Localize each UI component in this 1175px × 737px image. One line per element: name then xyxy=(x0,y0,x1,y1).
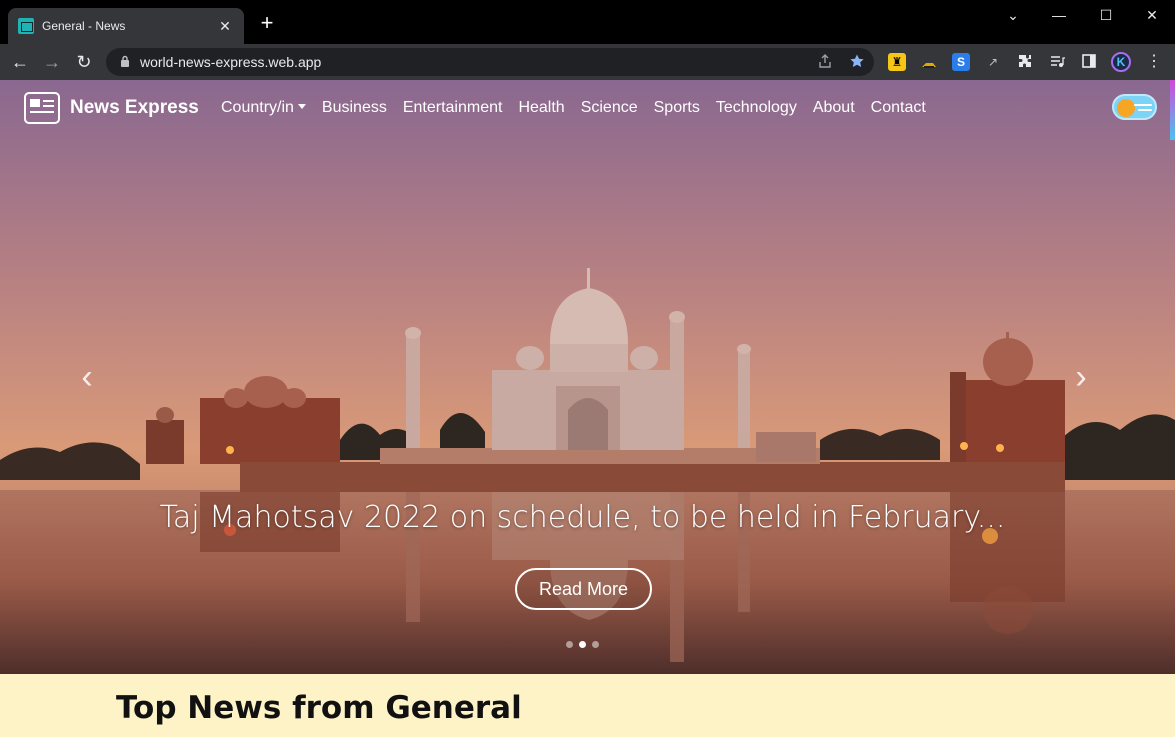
media-queue-icon[interactable] xyxy=(1048,53,1066,71)
nav-health[interactable]: Health xyxy=(510,98,572,118)
extension-arrow-icon[interactable]: ↗ xyxy=(984,53,1002,71)
browser-toolbar: ← → ↻ world-news-express.web.app ♜ S ↗ K… xyxy=(0,44,1175,80)
url-text: world-news-express.web.app xyxy=(140,54,322,70)
newspaper-icon xyxy=(24,92,60,124)
theme-toggle[interactable] xyxy=(1112,94,1157,120)
share-icon[interactable] xyxy=(816,53,834,71)
read-more-button[interactable]: Read More xyxy=(515,568,652,610)
brand-link[interactable]: News Express xyxy=(24,92,199,124)
carousel-indicators xyxy=(566,641,605,648)
extension-hat-icon[interactable] xyxy=(920,53,938,71)
nav-country-dropdown[interactable]: Country/in xyxy=(213,98,314,118)
close-tab-icon[interactable]: ✕ xyxy=(216,18,234,35)
bookmark-star-icon[interactable] xyxy=(848,53,866,71)
carousel-dot-active[interactable] xyxy=(579,641,586,648)
forward-button[interactable]: → xyxy=(40,50,64,74)
tab-search-icon[interactable]: ⌄ xyxy=(990,4,1036,26)
nav-country-label: Country/in xyxy=(221,99,294,116)
nav-sports[interactable]: Sports xyxy=(646,98,708,118)
section-title: Top News from General xyxy=(116,690,522,726)
maximize-button[interactable]: ☐ xyxy=(1083,4,1129,26)
nav-business[interactable]: Business xyxy=(314,98,395,118)
news-favicon-icon xyxy=(18,18,34,34)
extension-s-icon[interactable]: S xyxy=(952,53,970,71)
side-panel-icon[interactable] xyxy=(1080,53,1098,71)
brand-name: News Express xyxy=(70,97,199,118)
reload-button[interactable]: ↻ xyxy=(72,50,96,74)
toggle-line xyxy=(1138,109,1152,111)
new-tab-button[interactable]: + xyxy=(256,12,278,34)
address-bar[interactable]: world-news-express.web.app xyxy=(106,48,874,76)
carousel-dot[interactable] xyxy=(592,641,599,648)
minimize-button[interactable]: — xyxy=(1036,4,1082,26)
page-scrollbar[interactable] xyxy=(1170,80,1175,140)
nav-links: Country/in Business Entertainment Health… xyxy=(213,98,934,118)
carousel-next-button[interactable]: › xyxy=(1066,360,1096,394)
close-window-button[interactable]: ✕ xyxy=(1129,4,1175,26)
lock-icon xyxy=(120,55,130,70)
browser-menu-icon[interactable]: ⋮ xyxy=(1145,53,1163,71)
browser-tabbar: General - News ✕ + ⌄ — ☐ ✕ xyxy=(0,0,1175,44)
carousel-prev-button[interactable]: ‹ xyxy=(72,360,102,394)
carousel-dot[interactable] xyxy=(566,641,573,648)
nav-about[interactable]: About xyxy=(805,98,863,118)
nav-science[interactable]: Science xyxy=(573,98,646,118)
nav-technology[interactable]: Technology xyxy=(708,98,805,118)
hero-carousel: News Express Country/in Business Enterta… xyxy=(0,80,1175,674)
nav-contact[interactable]: Contact xyxy=(863,98,934,118)
caret-down-icon xyxy=(297,104,306,109)
profile-avatar[interactable]: K xyxy=(1111,52,1131,72)
tab-title: General - News xyxy=(42,19,126,33)
site-navbar: News Express Country/in Business Enterta… xyxy=(0,80,1175,136)
back-button[interactable]: ← xyxy=(8,50,32,74)
extensions-puzzle-icon[interactable] xyxy=(1016,53,1034,71)
web-page: News Express Country/in Business Enterta… xyxy=(0,80,1175,737)
carousel-caption: Taj Mahotsav 2022 on schedule, to be hel… xyxy=(159,500,1006,535)
browser-tab-active[interactable]: General - News ✕ xyxy=(8,8,244,44)
top-news-section: Top News from General xyxy=(0,674,1175,737)
toggle-line xyxy=(1134,104,1152,106)
nav-entertainment[interactable]: Entertainment xyxy=(395,98,511,118)
sun-icon xyxy=(1117,99,1135,117)
extension-castle-icon[interactable]: ♜ xyxy=(888,53,906,71)
